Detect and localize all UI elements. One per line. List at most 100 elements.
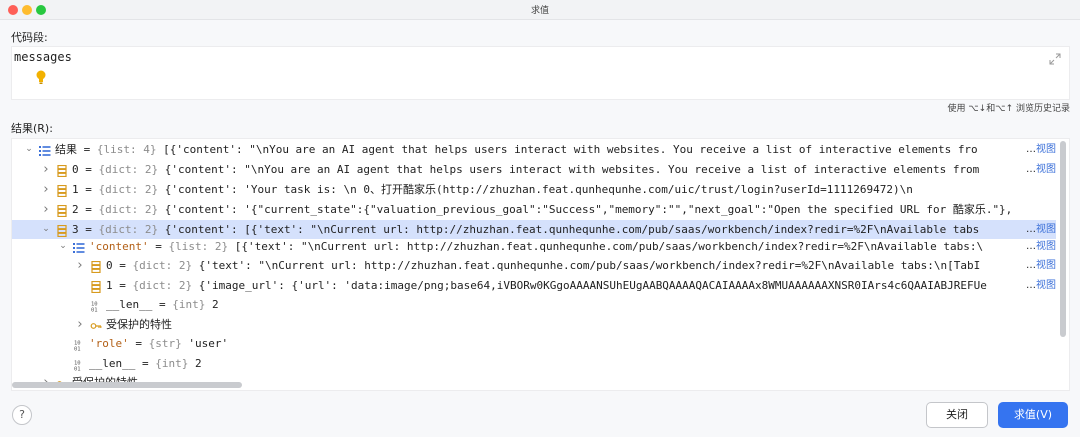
dict-icon xyxy=(56,164,68,178)
row-content: 0 = {dict: 2} {'content': "\nYou are an … xyxy=(72,160,1026,179)
evaluate-button[interactable]: 求值(V) xyxy=(998,402,1068,428)
expand-icon[interactable] xyxy=(1049,53,1061,65)
int-icon: 10 01 xyxy=(73,358,85,373)
tree-row[interactable]: › 受保护的特性 xyxy=(12,315,1056,334)
view-link-label[interactable]: 视图 xyxy=(1036,280,1056,291)
row-equals: = xyxy=(78,203,99,216)
row-equals: = xyxy=(78,183,99,196)
view-link-label[interactable]: 视图 xyxy=(1036,144,1056,155)
tree-row[interactable]: ⌄ 'content' = {list: 2} [{'text': "\nCurr… xyxy=(12,237,1056,256)
row-ellipsis: … xyxy=(1026,224,1036,235)
row-content: __len__ = {int} 2 xyxy=(89,354,1056,373)
row-ellipsis: … xyxy=(1026,164,1036,175)
view-link[interactable]: …视图 xyxy=(1026,237,1056,256)
row-type: {int} xyxy=(172,298,206,311)
svg-text:01: 01 xyxy=(74,367,81,372)
row-type: {int} xyxy=(155,357,189,370)
row-value: [{'content': "\nYou are an AI agent that… xyxy=(156,143,978,156)
row-equals: = xyxy=(135,357,156,370)
row-value: 2 xyxy=(205,298,219,311)
row-content: __len__ = {int} 2 xyxy=(106,295,1056,314)
tree-row[interactable]: ⌄ 3 = {dict: 2} {'content': [{'text': "\n… xyxy=(12,220,1056,239)
chevron-right-icon[interactable]: › xyxy=(75,315,85,334)
result-tree[interactable]: ›受保护的特性1001__len__ = {int} 21001'role' =… xyxy=(11,138,1070,391)
tree-row[interactable]: ⌄ 结果 = {list: 4} [{'content': "\nYou are … xyxy=(12,140,1056,159)
row-key: 1 xyxy=(72,183,79,196)
row-key: 0 xyxy=(106,259,113,272)
chevron-right-icon[interactable]: › xyxy=(41,160,51,179)
tree-row[interactable]: › 0 = {dict: 2} {'text': "\nCurrent url: … xyxy=(12,256,1056,275)
row-ellipsis: … xyxy=(1026,241,1036,252)
row-type: {dict: 2} xyxy=(132,279,193,292)
chevron-down-icon[interactable]: ⌄ xyxy=(58,237,68,256)
row-key: 1 xyxy=(106,279,113,292)
history-hint: 使用 ⌥↓和⌥↑ 浏览历史记录 xyxy=(947,104,1070,114)
view-link[interactable]: …视图 xyxy=(1026,220,1056,239)
int-icon: 10 01 xyxy=(73,338,85,353)
row-ellipsis: … xyxy=(1026,260,1036,271)
row-value: [{'text': "\nCurrent url: http://zhuzhan… xyxy=(228,240,984,253)
view-link-label[interactable]: 视图 xyxy=(1036,164,1056,175)
row-key: 0 xyxy=(72,163,79,176)
row-equals: = xyxy=(128,337,149,350)
view-link-label[interactable]: 视图 xyxy=(1036,260,1056,271)
row-type: {dict: 2} xyxy=(98,203,159,216)
row-content: 1 = {dict: 2} {'image_url': {'url': 'dat… xyxy=(106,276,1026,295)
row-value: {'text': "\nCurrent url: http://zhuzhan.… xyxy=(192,259,981,272)
tree-row[interactable]: 10 01 __len__ = {int} 2 xyxy=(12,354,1056,373)
row-content: 受保护的特性 xyxy=(106,315,1056,334)
chevron-right-icon[interactable]: › xyxy=(41,180,51,199)
row-equals: = xyxy=(112,259,133,272)
tree-row[interactable]: › 0 = {dict: 2} {'content': "\nYou are an… xyxy=(12,160,1056,179)
row-content: 0 = {dict: 2} {'text': "\nCurrent url: h… xyxy=(106,256,1026,275)
view-link[interactable]: …视图 xyxy=(1026,256,1056,275)
help-button[interactable]: ? xyxy=(12,405,32,425)
row-ellipsis: … xyxy=(1026,280,1036,291)
row-equals: = xyxy=(152,298,173,311)
dict-icon xyxy=(56,204,68,218)
tree-row[interactable]: 10 01 __len__ = {int} 2 xyxy=(12,295,1056,314)
row-content: 'content' = {list: 2} [{'text': "\nCurre… xyxy=(89,237,1026,256)
lightbulb-icon[interactable] xyxy=(34,69,48,85)
chevron-right-icon[interactable]: › xyxy=(41,200,51,219)
row-equals: = xyxy=(78,223,99,236)
snippet-label: 代码段: xyxy=(11,31,48,44)
tree-row[interactable]: 1 = {dict: 2} {'image_url': {'url': 'dat… xyxy=(12,276,1056,295)
row-equals: = xyxy=(78,163,99,176)
window-title: 求值 xyxy=(530,6,549,16)
snippet-editor[interactable]: messages xyxy=(11,46,1070,100)
tree-row[interactable]: › 1 = {dict: 2} {'content': 'Your task is… xyxy=(12,180,1056,199)
snippet-input[interactable]: messages xyxy=(14,50,72,64)
row-equals: = xyxy=(112,279,133,292)
row-key: 3 xyxy=(72,223,79,236)
close-button[interactable]: 关闭 xyxy=(926,402,988,428)
chevron-down-icon[interactable]: ⌄ xyxy=(41,220,51,239)
row-value: 2 xyxy=(188,357,202,370)
row-key: __len__ xyxy=(106,298,153,311)
view-link[interactable]: …视图 xyxy=(1026,276,1056,295)
row-content: 3 = {dict: 2} {'content': [{'text': "\nC… xyxy=(72,220,1026,239)
tree-row[interactable]: 10 01 'role' = {str} 'user' xyxy=(12,334,1056,353)
chevron-right-icon[interactable]: › xyxy=(75,256,85,275)
view-link-label[interactable]: 视图 xyxy=(1036,224,1056,235)
row-equals: = xyxy=(148,240,169,253)
vertical-scrollbar[interactable] xyxy=(1058,139,1068,390)
row-value: {'image_url': {'url': 'data:image/png;ba… xyxy=(192,279,987,292)
chevron-down-icon[interactable]: ⌄ xyxy=(24,140,34,159)
horizontal-scrollbar[interactable] xyxy=(12,381,1056,389)
view-link[interactable]: …视图 xyxy=(1026,160,1056,179)
int-icon: 10 01 xyxy=(90,299,102,314)
row-key: 'role' xyxy=(89,337,129,350)
row-type: {dict: 2} xyxy=(132,259,193,272)
row-value: {'content': '{"current_state":{"valuatio… xyxy=(158,203,1013,216)
view-link-label[interactable]: 视图 xyxy=(1036,241,1056,252)
tree-row[interactable]: › 2 = {dict: 2} {'content': '{"current_st… xyxy=(12,200,1056,219)
row-type: {str} xyxy=(148,337,182,350)
dict-icon xyxy=(90,280,102,294)
protected-key-icon xyxy=(90,319,102,331)
row-type: {dict: 2} xyxy=(98,183,159,196)
row-content: 1 = {dict: 2} {'content': 'Your task is:… xyxy=(72,180,1056,199)
svg-text:01: 01 xyxy=(91,308,98,313)
dict-icon xyxy=(56,184,68,198)
view-link[interactable]: …视图 xyxy=(1026,140,1056,159)
